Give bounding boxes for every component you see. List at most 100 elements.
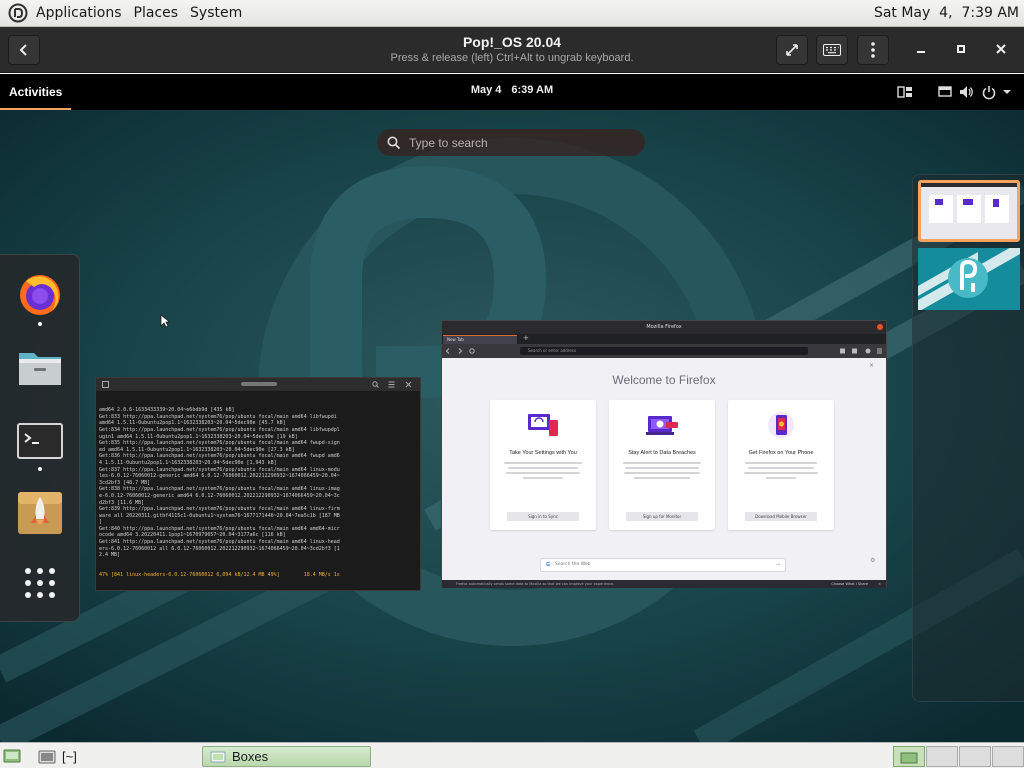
terminal-line: Get:835 http://ppa.launchpad.net/system7… <box>99 440 340 447</box>
phone-icon <box>768 412 794 438</box>
terminal-output: amd64 2.0.6-1633433339~20.04~e6bdb9d [43… <box>96 392 420 590</box>
close-icon[interactable] <box>405 381 412 388</box>
guest-date: May 4 <box>470 84 502 96</box>
terminal-task-button[interactable]: [~] <box>36 746 186 767</box>
fullscreen-button[interactable] <box>776 35 808 65</box>
terminal-line: les-6.0.12-76060012-generic amd64 6.0.12… <box>99 473 340 480</box>
host-taskbar: [~] Boxes <box>0 742 1024 768</box>
system-menu[interactable]: System <box>184 5 248 21</box>
arrow-right-icon[interactable]: → <box>776 559 780 571</box>
card-title: Get Firefox on Your Phone <box>748 450 814 456</box>
screen-icon[interactable] <box>937 84 953 100</box>
terminal-progress-line: 47% [841 linux-headers-6.0.12-76060012 6… <box>99 572 340 579</box>
hamburger-menu-icon[interactable] <box>388 381 395 388</box>
terminal-line: Get:833 http://ppa.launchpad.net/system7… <box>99 413 337 420</box>
card-title: Stay Alert to Data Breaches <box>628 450 696 456</box>
firefox-window-title: Mozilla Firefox <box>646 324 682 330</box>
terminal-line: amd64 1.5.11-0ubuntu2pop1.1~1632338203~2… <box>99 420 286 427</box>
search-placeholder: Type to search <box>409 135 488 150</box>
firefox-titlebar[interactable]: Mozilla Firefox <box>442 321 886 334</box>
workspace-switcher-4[interactable] <box>992 746 1024 767</box>
mobile-button[interactable]: Download Mobile Browser <box>745 512 817 521</box>
firefox-window[interactable]: Mozilla Firefox New Tab + Search or ente… <box>441 320 887 588</box>
close-button[interactable] <box>989 37 1013 61</box>
keyboard-icon <box>823 44 841 56</box>
workspace-switcher-3[interactable] <box>959 746 991 767</box>
debian-logo-icon[interactable] <box>8 3 28 23</box>
back-icon <box>19 44 27 56</box>
boxes-headerbar: Pop!_OS 20.04 Press & release (left) Ctr… <box>0 27 1024 73</box>
terminal-icon[interactable] <box>16 417 64 465</box>
new-tab-icon[interactable]: + <box>523 334 529 342</box>
breach-alert-icon <box>646 416 678 435</box>
monitor-button[interactable]: Sign up for Monitor <box>626 512 698 521</box>
sync-button[interactable]: Sign in to Sync <box>507 512 579 521</box>
workspace-1[interactable] <box>918 180 1020 242</box>
firefox-tab[interactable]: New Tab <box>443 335 517 344</box>
firefox-welcome-page: × Welcome to Firefox Take Your Settings … <box>442 358 886 580</box>
choose-what-i-share-button[interactable]: Choose What I Share <box>831 580 868 588</box>
terminal-titlebar[interactable] <box>96 378 420 392</box>
files-icon[interactable] <box>16 343 64 391</box>
terminal-line: amd64 2.0.6-1633433339~20.04~e6bdb9d [43… <box>99 407 235 414</box>
close-icon[interactable]: × <box>878 580 881 588</box>
close-icon[interactable] <box>877 324 883 330</box>
workspace-switcher-1[interactable] <box>893 746 925 767</box>
volume-icon[interactable] <box>958 84 974 100</box>
workspace-switcher-2[interactable] <box>926 746 958 767</box>
maximize-button[interactable] <box>949 37 973 61</box>
firefox-navbar: Search or enter address <box>442 344 886 358</box>
overview-search[interactable]: Type to search <box>377 129 645 156</box>
terminal-title-placeholder <box>241 382 277 386</box>
gear-icon[interactable]: ⚙ <box>870 557 875 564</box>
terminal-window[interactable]: amd64 2.0.6-1633433339~20.04~e6bdb9d [43… <box>95 377 421 591</box>
monitor-card: Stay Alert to Data Breaches Sign up for … <box>609 400 715 530</box>
vm-display[interactable]: Activities May 4 6:39 AM Type to search <box>0 74 1024 742</box>
tiling-icon[interactable] <box>897 84 913 100</box>
card-title: Take Your Settings with You <box>509 450 577 456</box>
keyboard-button[interactable] <box>816 35 848 65</box>
terminal-icon <box>38 750 56 763</box>
minimize-button[interactable] <box>909 37 933 61</box>
minimize-icon <box>917 51 925 53</box>
back-button[interactable] <box>8 35 40 65</box>
terminal-line: Get:840 http://ppa.launchpad.net/system7… <box>99 525 340 532</box>
show-desktop-icon[interactable] <box>3 747 21 765</box>
workspace-1-preview <box>921 183 1017 223</box>
terminal-line: Get:836 http://ppa.launchpad.net/system7… <box>99 453 340 460</box>
nav-buttons-icon[interactable] <box>446 348 476 354</box>
terminal-line: ocode amd64 3.20220411.1pop1~1670979057~… <box>99 532 286 539</box>
new-tab-icon[interactable] <box>102 381 109 388</box>
applications-menu[interactable]: Applications <box>30 5 128 21</box>
kebab-menu-button[interactable] <box>857 35 889 65</box>
workspace-2[interactable] <box>918 242 1020 312</box>
close-icon[interactable]: × <box>869 362 874 369</box>
firefox-icon[interactable] <box>16 269 64 317</box>
pop-shop-icon[interactable] <box>16 489 64 537</box>
boxes-task-label: Boxes <box>232 749 269 764</box>
terminal-line: Get:837 http://ppa.launchpad.net/system7… <box>99 466 340 473</box>
terminal-line: ed amd64 1.5.11-0ubuntu2pop1.1~163233820… <box>99 446 295 453</box>
boxes-task-button[interactable]: Boxes <box>202 746 371 767</box>
host-clock[interactable]: Sat May 4, 7:39 AM <box>874 5 1019 21</box>
firefox-url-bar[interactable]: Search or enter address <box>520 347 808 355</box>
workspace-2-preview <box>918 242 1020 312</box>
web-search-box[interactable]: G Search the Web → <box>540 558 786 572</box>
activities-button[interactable]: Activities <box>0 74 72 110</box>
places-menu[interactable]: Places <box>128 5 185 21</box>
guest-clock[interactable]: May 4 6:39 AM <box>412 84 612 96</box>
terminal-line: Get:834 http://ppa.launchpad.net/system7… <box>99 426 340 433</box>
show-apps-icon[interactable] <box>16 561 64 609</box>
fullscreen-icon <box>786 44 798 56</box>
gnome-top-bar: Activities May 4 6:39 AM <box>0 74 1024 110</box>
terminal-line: Get:839 http://ppa.launchpad.net/system7… <box>99 506 340 513</box>
kebab-menu-icon <box>871 42 875 58</box>
terminal-line: ] <box>99 519 103 526</box>
toolbar-icons[interactable] <box>840 348 882 354</box>
search-icon[interactable] <box>372 381 379 388</box>
terminal-line: 2.4 MB] <box>99 552 121 559</box>
chevron-down-icon[interactable] <box>1002 84 1012 100</box>
mobile-card: Get Firefox on Your Phone Download Mobil… <box>728 400 834 530</box>
power-icon[interactable] <box>981 84 997 100</box>
terminal-task-label: [~] <box>62 749 77 764</box>
